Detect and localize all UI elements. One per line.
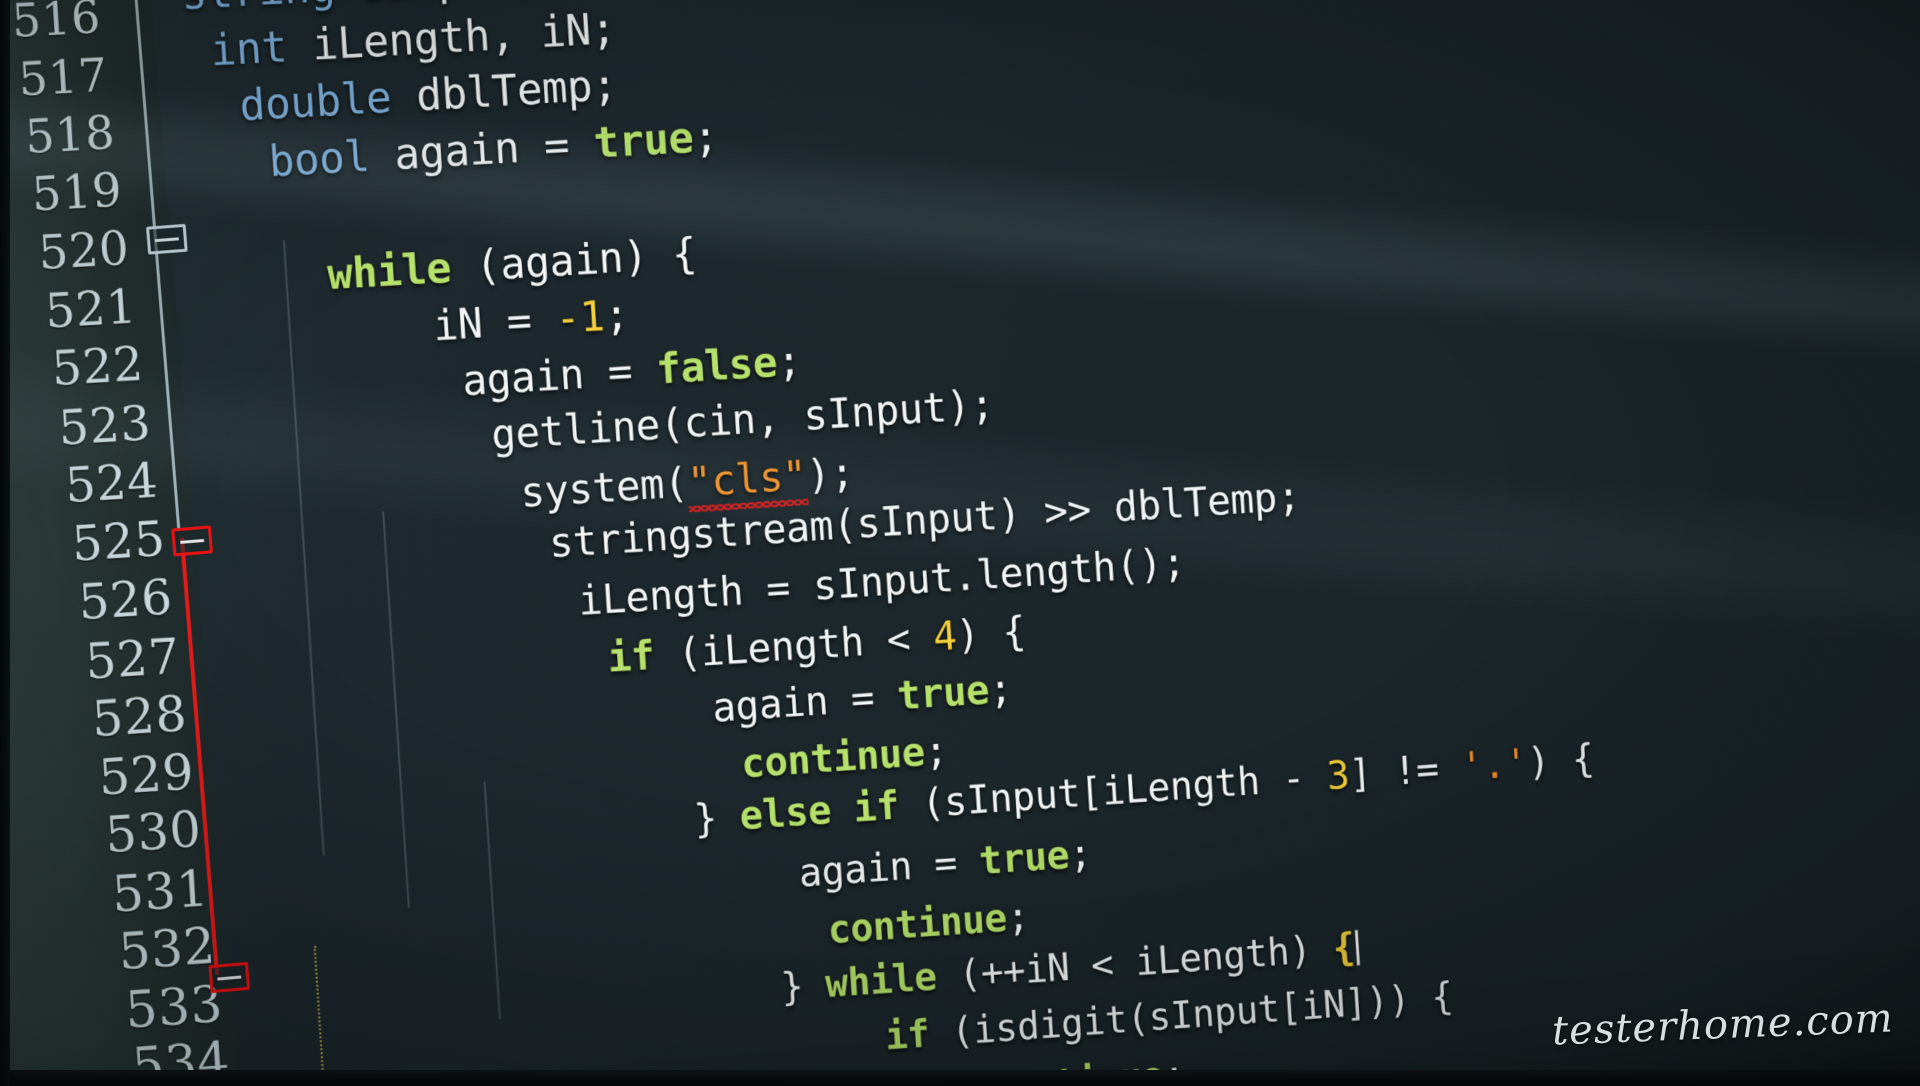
fold-minus-icon [154,237,179,243]
line-number: 528 [90,684,189,749]
indent-guide [382,511,410,908]
line-number: 526 [76,568,175,632]
code-token: ; [923,728,949,775]
line-number: 516 [10,0,103,48]
monitor-bezel-bottom [0,1070,1920,1086]
code-line[interactable]: while (again) { [326,228,698,299]
code-token: dblTemp; [389,60,619,123]
line-number: 520 [36,221,131,281]
line-number: 521 [43,279,139,340]
indent-guide [282,240,325,856]
line-number: 519 [30,163,124,222]
code-token: continue [826,895,1009,953]
code-token: if [883,1011,931,1059]
code-token: again = [367,118,596,181]
code-token: true [977,832,1071,884]
code-token: 3 [1325,752,1351,799]
code-token: ) { [954,607,1027,659]
code-token: while [824,954,938,1008]
code-token: ; [987,664,1014,713]
line-number: 524 [63,452,160,515]
code-line[interactable]: again = false; [460,336,803,405]
code-token: "cls" [686,450,808,506]
code-line[interactable]: continue; [740,728,949,787]
code-token: system( [518,457,690,517]
line-number: 523 [56,394,153,457]
code-token: true [592,113,695,169]
code-token: -1 [553,291,606,343]
code-token: iN = [431,294,558,351]
code-token: ); [804,447,856,499]
indent-guide [483,781,501,1020]
code-token: } [692,793,742,842]
code-token: int [208,21,289,76]
code-token: double [238,73,393,132]
code-token: iLength, iN; [285,3,618,72]
code-token: again = [710,672,899,731]
line-number: 525 [70,510,167,573]
code-token: ; [691,111,720,163]
code-line[interactable]: again = true; [797,831,1093,897]
code-token: ) { [1525,735,1596,785]
monitor-photo: 516 517 518 519 520 521 522 523 524 525 526 527 528 5… [0,0,1920,1086]
monitor-bezel-left [0,0,10,1086]
code-line[interactable]: iN = -1; [431,290,630,351]
code-token: false [654,337,779,393]
code-token: ] != [1347,744,1463,798]
code-token: again = [460,344,658,405]
fold-minus-icon [216,975,241,981]
line-number: 517 [16,47,110,106]
fold-marker-active[interactable] [207,961,250,994]
code-line[interactable]: again = true; [710,665,1013,731]
line-number: 530 [103,800,203,865]
code-line[interactable]: continue; [826,894,1031,953]
screen-surface: 516 517 518 519 520 521 522 523 524 525 526 527 528 5… [0,0,1920,1086]
code-token: { [1331,925,1357,971]
code-token: ; [775,335,803,386]
code-token: string [179,0,336,20]
code-token: if [606,631,656,682]
code-token: ; [602,290,631,340]
code-token: true [895,666,991,719]
fold-minus-icon [179,538,204,544]
code-token: else if [738,782,901,839]
line-number: 527 [83,626,182,691]
line-number: 522 [50,337,146,398]
code-token: continue [739,729,926,788]
code-line[interactable]: double dblTemp; [238,61,618,132]
code-token: while [325,242,453,300]
fold-marker-active[interactable] [171,525,213,557]
line-number: 529 [96,742,196,807]
code-token: again = [797,838,981,897]
code-token: (again) { [449,228,698,293]
code-token: ; [1067,831,1093,878]
code-token: (sInput[iLength - [897,753,1329,828]
indent-guide-active [313,945,329,1086]
code-token: '.' [1459,740,1529,790]
fold-marker[interactable] [145,223,188,255]
line-number: 518 [23,105,117,164]
code-token: } [779,962,827,1011]
code-token: 4 [931,611,958,661]
code-token: ; [1005,894,1031,941]
code-token: (iLength < [652,613,935,679]
code-line[interactable]: int iLength, iN; [208,3,618,76]
code-token: bool [267,131,371,187]
